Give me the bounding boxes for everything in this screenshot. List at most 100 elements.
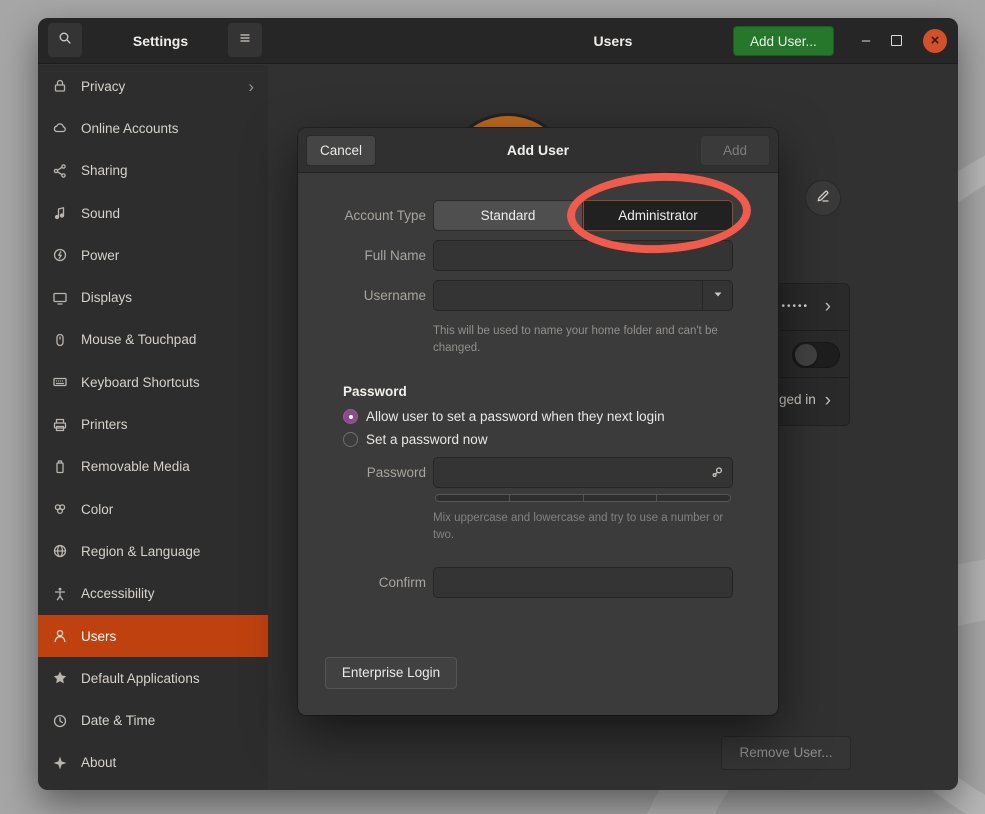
sidebar-item-about[interactable]: About <box>38 742 268 784</box>
share-icon <box>52 163 68 179</box>
maximize-button[interactable] <box>891 35 902 46</box>
username-label: Username <box>298 288 426 303</box>
sidebar-item-sound[interactable]: Sound <box>38 192 268 234</box>
sidebar-item-label: Sound <box>81 206 120 221</box>
sidebar-item-displays[interactable]: Displays <box>38 276 268 318</box>
cloud-icon <box>52 120 68 136</box>
logged-in-label: ged in <box>779 392 816 407</box>
account-type-standard-button[interactable]: Standard <box>433 200 583 231</box>
password-label: Password <box>298 465 426 480</box>
confirm-label: Confirm <box>298 575 426 590</box>
sidebar-item-label: Privacy <box>81 79 125 94</box>
sidebar-item-label: Default Applications <box>81 671 200 686</box>
sidebar-item-label: Region & Language <box>81 544 200 559</box>
display-icon <box>52 290 68 306</box>
mouse-icon <box>52 332 68 348</box>
minimize-button[interactable]: – <box>856 30 876 52</box>
sidebar-item-users[interactable]: Users <box>38 615 268 657</box>
users-icon <box>52 628 68 644</box>
search-icon <box>57 30 73 51</box>
password-section-heading: Password <box>343 384 407 399</box>
add-user-dialog: Cancel Add User Add Account Type Standar… <box>298 128 778 715</box>
add-user-titlebar-button[interactable]: Add User... <box>733 26 834 56</box>
sidebar-item-label: Sharing <box>81 163 128 178</box>
strength-segment <box>583 494 658 502</box>
globe-icon <box>52 543 68 559</box>
person-icon <box>52 586 68 602</box>
password-hint: Mix uppercase and lowercase and try to u… <box>433 510 733 543</box>
keyboard-icon <box>52 374 68 390</box>
remove-user-button[interactable]: Remove User... <box>721 736 851 770</box>
cancel-button[interactable]: Cancel <box>306 135 376 166</box>
color-icon <box>52 501 68 517</box>
password-dots: ••••• <box>781 301 809 312</box>
password-strength-meter <box>435 494 731 502</box>
account-type-label: Account Type <box>298 208 426 223</box>
sidebar-item-default-applications[interactable]: Default Applications <box>38 657 268 699</box>
full-name-label: Full Name <box>298 248 426 263</box>
chevron-right-icon: › <box>825 390 831 412</box>
close-button[interactable]: × <box>923 29 947 53</box>
radio-row-set-now[interactable]: Set a password now <box>343 432 488 447</box>
sidebar: Privacy › Online Accounts Sharing Sound Power… <box>38 65 268 790</box>
full-name-input[interactable] <box>433 240 733 271</box>
username-dropdown-button[interactable] <box>702 281 732 310</box>
chevron-down-icon <box>712 287 724 305</box>
radio-next-login-label: Allow user to set a password when they n… <box>366 409 665 424</box>
menu-button[interactable] <box>228 23 262 57</box>
sidebar-item-online-accounts[interactable]: Online Accounts <box>38 107 268 149</box>
sidebar-item-accessibility[interactable]: Accessibility <box>38 573 268 615</box>
edit-avatar-button[interactable] <box>806 181 840 215</box>
sidebar-item-label: Removable Media <box>81 459 190 474</box>
username-input[interactable] <box>433 280 733 311</box>
sidebar-item-keyboard-shortcuts[interactable]: Keyboard Shortcuts <box>38 361 268 403</box>
lock-icon <box>52 78 68 94</box>
sidebar-item-color[interactable]: Color <box>38 488 268 530</box>
username-hint: This will be used to name your home fold… <box>433 323 733 356</box>
password-input[interactable] <box>433 457 733 488</box>
strength-segment <box>509 494 584 502</box>
sidebar-item-label: Color <box>81 502 113 517</box>
titlebar: Settings Users Add User... – × <box>38 18 958 64</box>
radio-unchecked-icon[interactable] <box>343 432 358 447</box>
search-button[interactable] <box>48 23 82 57</box>
toggle-knob <box>795 344 817 366</box>
chevron-right-icon: › <box>248 78 254 95</box>
radio-row-next-login[interactable]: Allow user to set a password when they n… <box>343 409 665 424</box>
add-button[interactable]: Add <box>700 135 770 166</box>
sidebar-item-sharing[interactable]: Sharing <box>38 150 268 192</box>
account-type-administrator-button[interactable]: Administrator <box>583 200 733 231</box>
sidebar-item-removable-media[interactable]: Removable Media <box>38 446 268 488</box>
power-icon <box>52 247 68 263</box>
dialog-header: Cancel Add User Add <box>298 128 778 173</box>
sidebar-item-mouse-touchpad[interactable]: Mouse & Touchpad <box>38 319 268 361</box>
sidebar-item-label: Power <box>81 248 119 263</box>
star-icon <box>52 670 68 686</box>
sparkle-icon <box>52 755 68 771</box>
sidebar-item-label: Date & Time <box>81 713 155 728</box>
printer-icon <box>52 417 68 433</box>
sidebar-item-label: Printers <box>81 417 128 432</box>
strength-segment <box>656 494 731 502</box>
sidebar-item-label: Accessibility <box>81 586 155 601</box>
sidebar-item-label: Keyboard Shortcuts <box>81 375 200 390</box>
sidebar-item-label: Online Accounts <box>81 121 179 136</box>
sidebar-item-power[interactable]: Power <box>38 234 268 276</box>
generate-password-icon[interactable] <box>709 464 725 485</box>
pencil-icon <box>815 188 831 209</box>
app-title: Settings <box>98 18 223 64</box>
sidebar-item-label: Displays <box>81 290 132 305</box>
enterprise-login-button[interactable]: Enterprise Login <box>325 657 457 689</box>
confirm-input[interactable] <box>433 567 733 598</box>
sidebar-item-date-time[interactable]: Date & Time <box>38 699 268 741</box>
sidebar-item-label: About <box>81 755 116 770</box>
sidebar-item-label: Mouse & Touchpad <box>81 332 196 347</box>
chevron-right-icon: › <box>825 296 831 318</box>
strength-segment <box>435 494 510 502</box>
automatic-login-toggle[interactable] <box>792 342 840 368</box>
radio-checked-icon[interactable] <box>343 409 358 424</box>
desktop: Settings Users Add User... – × Privacy › O… <box>0 0 985 814</box>
sidebar-item-region-language[interactable]: Region & Language <box>38 530 268 572</box>
sidebar-item-printers[interactable]: Printers <box>38 403 268 445</box>
sidebar-item-privacy[interactable]: Privacy › <box>38 65 268 107</box>
